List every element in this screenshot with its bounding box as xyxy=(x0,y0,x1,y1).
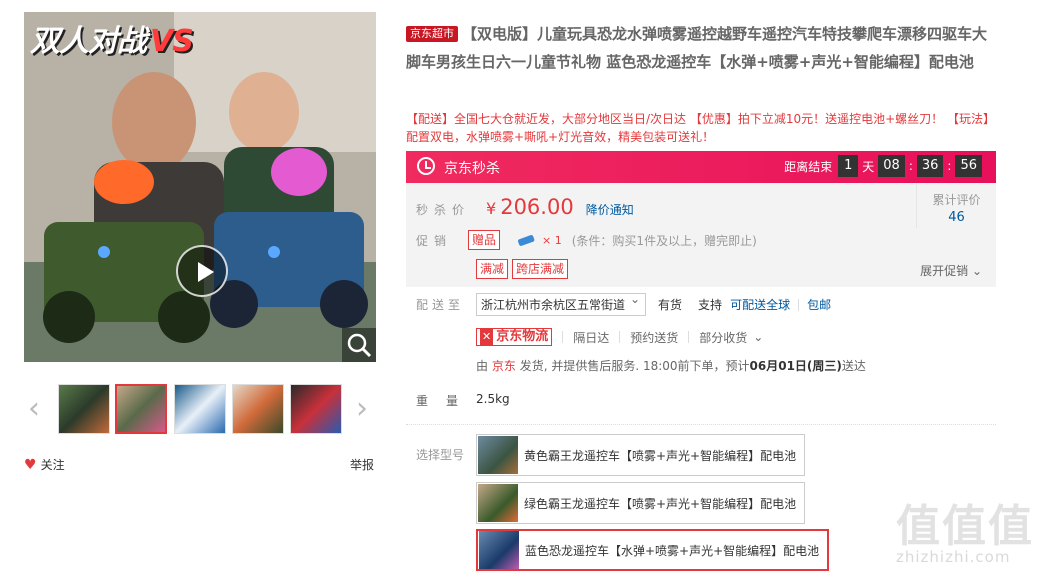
store-tag: 京东超市 xyxy=(406,26,458,42)
product-title-text: 【双电版】儿童玩具恐龙水弹喷雾遥控越野车遥控汽车特技攀爬车漂移四驱车大脚车男孩生… xyxy=(406,25,988,71)
stock-status: 有货 xyxy=(658,298,683,312)
note-prefix: 由 xyxy=(476,359,489,373)
countdown-minutes: 36 xyxy=(916,155,944,177)
note-suffix: 送达 xyxy=(841,359,866,373)
seller-link[interactable]: 京东 xyxy=(492,359,516,373)
countdown-days: 1 xyxy=(838,155,859,177)
shipping-label: 配送至 xyxy=(416,298,465,312)
chevron-down-icon: ⌄ xyxy=(971,264,982,278)
model-option-image xyxy=(479,531,519,569)
magnifier-icon xyxy=(347,333,372,358)
divider xyxy=(798,298,800,311)
shipping-row: 配送至 浙江杭州市余杭区五常街道 有货 支持 可配送全球 包邮 xyxy=(416,292,831,316)
seckill-bar: 京东秒杀 距离结束 1 天 08 : 36 : 56 xyxy=(406,151,996,183)
thumbnail-image[interactable] xyxy=(115,384,167,434)
model-option-label: 黄色霸王龙遥控车【喷雾+声光+智能编程】配电池 xyxy=(524,448,797,463)
price-row: 秒杀价 ¥206.00 降价通知 xyxy=(416,195,634,219)
alarm-clock-icon xyxy=(417,157,435,175)
gift-count: × 1 xyxy=(542,233,562,247)
model-option-selected[interactable]: 蓝色恐龙遥控车【水弹+喷雾+声光+智能编程】配电池 xyxy=(476,529,830,571)
logistics-row: ✕ 京东物流 隔日达 预约送货 部分收货 ⌄ xyxy=(476,328,763,346)
site-watermark: 值值值 zhizhizhi.com xyxy=(896,490,1041,572)
promo-tag-cross-store[interactable]: 跨店满减 xyxy=(512,259,569,279)
thumb-prev-arrow-icon[interactable]: ‹ xyxy=(24,392,44,426)
follow-button[interactable]: ♥ 关注 xyxy=(24,456,65,473)
model-option[interactable]: 绿色霸王龙遥控车【喷雾+声光+智能编程】配电池 xyxy=(476,482,806,524)
price-drop-notify-link[interactable]: 降价通知 xyxy=(586,201,634,218)
service-scheduled[interactable]: 预约送货 xyxy=(630,329,678,346)
product-page: 双人对战 VS ‹ › ♥ 关注 举报 京东超市 【双电版】儿童玩具恐龙水弹喷雾遥控… xyxy=(0,0,1046,577)
service-partial-receipt[interactable]: 部分收货 xyxy=(699,329,747,346)
address-selector[interactable]: 浙江杭州市余杭区五常街道 xyxy=(476,292,647,316)
report-link[interactable]: 举报 xyxy=(350,456,374,473)
play-video-button[interactable] xyxy=(176,245,228,297)
thumb-next-arrow-icon[interactable]: › xyxy=(352,392,372,426)
shipping-note: 由 京东 发货, 并提供售后服务. 18:00前下单，预计06月01日(周三)送… xyxy=(476,357,866,374)
divider xyxy=(562,331,564,343)
price-amount: 206.00 xyxy=(500,195,574,219)
heart-icon: ♥ xyxy=(24,456,37,473)
review-summary[interactable]: 累计评价 46 xyxy=(916,183,996,228)
model-option-label: 绿色霸王龙遥控车【喷雾+声光+智能编程】配电池 xyxy=(524,496,797,511)
promo-overlay-text: 双人对战 VS xyxy=(30,24,194,59)
expand-promotions-button[interactable]: 展开促销 ⌄ xyxy=(920,262,982,279)
promotion-row: 促销 赠品 × 1 (条件：购买1件及以上，赠完即止) xyxy=(416,230,757,250)
model-option-image xyxy=(478,436,518,474)
jd-logistics-icon: ✕ xyxy=(480,329,494,345)
countdown-label: 距离结束 xyxy=(784,159,833,174)
follow-label: 关注 xyxy=(40,458,65,472)
countdown-separator: : xyxy=(947,159,952,173)
weight-row: 重量 2.5kg xyxy=(416,392,510,409)
product-title: 京东超市 【双电版】儿童玩具恐龙水弹喷雾遥控越野车遥控汽车特技攀爬车漂移四驱车大脚… xyxy=(406,20,992,76)
model-option[interactable]: 黄色霸王龙遥控车【喷雾+声光+智能编程】配电池 xyxy=(476,434,806,476)
promotion-tags: 满减 跨店满减 xyxy=(476,259,569,279)
main-product-image[interactable]: 双人对战 VS xyxy=(24,12,376,362)
product-scene-image xyxy=(24,12,376,362)
logistics-label: 京东物流 xyxy=(496,329,549,344)
thumbnail-image[interactable] xyxy=(58,384,110,434)
thumbnail-image[interactable] xyxy=(232,384,284,434)
watermark-chars: 值值值 xyxy=(896,501,1034,552)
global-shipping-link[interactable]: 可配送全球 xyxy=(730,296,790,313)
note-mid: 发货, 并提供售后服务. 18:00前下单，预计 xyxy=(519,359,750,373)
price-label: 秒杀价 xyxy=(416,203,471,217)
countdown-separator: : xyxy=(908,159,913,173)
countdown-day-unit: 天 xyxy=(862,159,875,174)
chevron-down-icon[interactable]: ⌄ xyxy=(753,330,763,344)
jd-logistics-logo: ✕ 京东物流 xyxy=(476,328,553,346)
zoom-button[interactable] xyxy=(342,328,376,362)
gift-item-icon[interactable] xyxy=(516,233,538,247)
model-option-label: 蓝色恐龙遥控车【水弹+喷雾+声光+智能编程】配电池 xyxy=(525,543,820,558)
thumbnail-image[interactable] xyxy=(174,384,226,434)
countdown-seconds: 56 xyxy=(955,155,982,177)
weight-label: 重量 xyxy=(416,394,477,408)
thumbnail-strip: ‹ › xyxy=(24,382,376,438)
gift-badge: 赠品 xyxy=(468,230,501,250)
weight-value: 2.5kg xyxy=(476,392,510,406)
service-next-day[interactable]: 隔日达 xyxy=(573,329,609,346)
free-shipping-link[interactable]: 包邮 xyxy=(807,296,831,313)
model-option-image xyxy=(478,484,518,522)
divider xyxy=(619,331,621,343)
divider xyxy=(688,331,690,343)
thumbnail-image[interactable] xyxy=(290,384,342,434)
delivery-eta: 06月01日(周三) xyxy=(749,359,842,373)
price-value: ¥206.00 xyxy=(486,195,574,219)
support-label: 支持 xyxy=(698,298,723,312)
product-subtitle: 【配送】全国七大仓就近发，大部分地区当日/次日达 【优惠】拍下立减10元！送遥控… xyxy=(406,112,996,144)
expand-promotions-label: 展开促销 xyxy=(920,264,969,278)
seckill-title: 京东秒杀 xyxy=(444,161,500,177)
promotion-label: 促销 xyxy=(416,233,453,248)
countdown-hours: 08 xyxy=(878,155,905,177)
section-divider xyxy=(406,424,996,425)
currency-symbol: ¥ xyxy=(486,199,497,218)
review-count[interactable]: 46 xyxy=(917,210,996,225)
promo-tag-full-reduction[interactable]: 满减 xyxy=(476,259,509,279)
countdown: 距离结束 1 天 08 : 36 : 56 xyxy=(784,155,982,177)
gift-condition: (条件：购买1件及以上，赠完即止) xyxy=(571,233,757,248)
model-selector-label: 选择型号 xyxy=(416,448,465,462)
price-panel: 秒杀价 ¥206.00 降价通知 累计评价 46 促销 赠品 × 1 (条件：购… xyxy=(406,183,996,287)
review-label: 累计评价 xyxy=(932,193,981,207)
